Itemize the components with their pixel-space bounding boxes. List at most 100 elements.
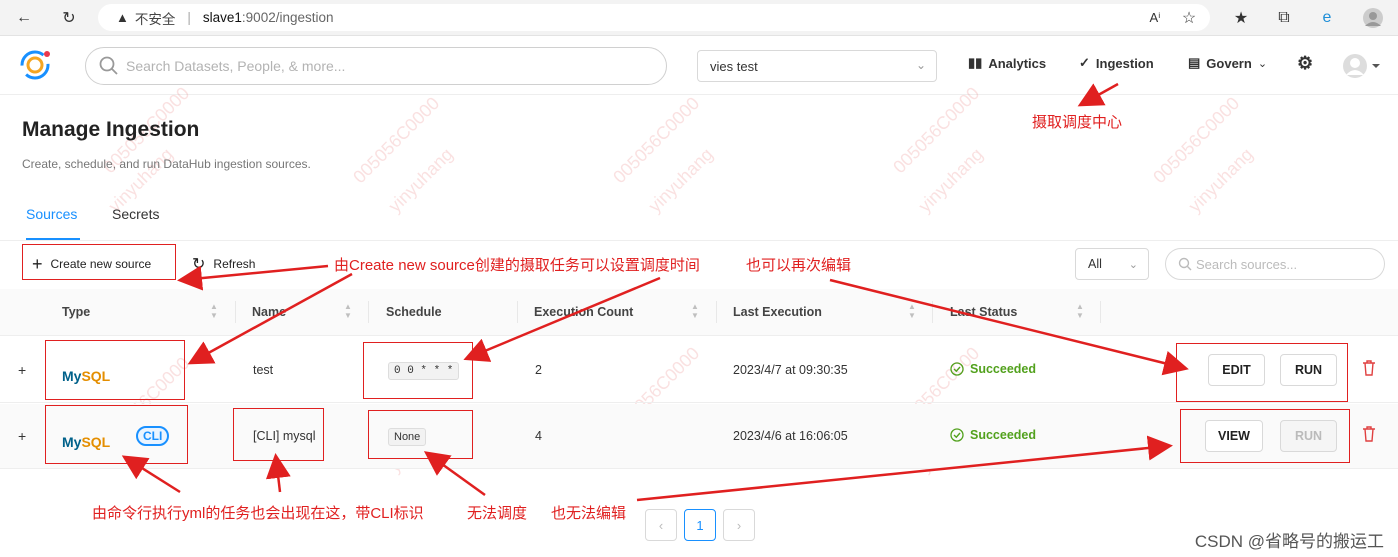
annotation-box bbox=[363, 342, 473, 399]
next-page-icon[interactable]: › bbox=[723, 509, 755, 541]
url-path: :9002/ingestion bbox=[241, 10, 334, 25]
status-badge: Succeeded bbox=[950, 428, 1036, 442]
last-execution: 2023/4/7 at 09:30:35 bbox=[733, 363, 848, 377]
chevron-down-icon: ⌄ bbox=[915, 58, 926, 72]
bar-chart-icon: ▮▮ bbox=[968, 55, 983, 70]
edge-icon[interactable]: e bbox=[1315, 6, 1339, 30]
source-search-input[interactable]: Search sources... bbox=[1165, 248, 1385, 280]
column-divider bbox=[716, 301, 717, 323]
table-header: Type ▲ ▼ Name ▲ ▼ Schedule Execution Count… bbox=[0, 289, 1398, 336]
nav-analytics-label: Analytics bbox=[988, 55, 1047, 71]
view-select-value: vies test bbox=[710, 59, 758, 74]
nav-govern-label: Govern bbox=[1206, 55, 1252, 71]
check-circle-icon bbox=[950, 428, 964, 442]
url-host: slave1 bbox=[202, 10, 242, 25]
expand-row-icon[interactable]: + bbox=[18, 428, 26, 444]
prev-page-icon[interactable]: ‹ bbox=[645, 509, 677, 541]
chevron-down-icon: ⌄ bbox=[1257, 57, 1268, 70]
settings-gear-icon[interactable]: ⚙ bbox=[1297, 53, 1313, 74]
column-type[interactable]: Type bbox=[62, 305, 90, 319]
profile-icon[interactable] bbox=[1361, 6, 1385, 30]
sort-icon[interactable]: ▲ ▼ bbox=[908, 302, 916, 320]
annotation-box bbox=[45, 405, 188, 464]
source-name: test bbox=[253, 363, 274, 377]
search-icon bbox=[99, 56, 118, 75]
tab-secrets[interactable]: Secrets bbox=[112, 206, 159, 222]
annotation-box bbox=[1180, 409, 1350, 463]
govern-icon: ▤ bbox=[1188, 55, 1201, 70]
column-divider bbox=[517, 301, 518, 323]
column-name[interactable]: Name bbox=[252, 305, 286, 319]
source-filter-select[interactable]: All ⌄ bbox=[1075, 248, 1149, 280]
annotation-edit-note: 也可以再次编辑 bbox=[746, 257, 852, 274]
reload-icon[interactable]: ↻ bbox=[57, 6, 81, 30]
column-divider bbox=[932, 301, 933, 323]
search-placeholder: Search Datasets, People, & more... bbox=[126, 58, 346, 74]
delete-icon[interactable] bbox=[1362, 360, 1376, 376]
annotation-no-edit: 也无法编辑 bbox=[551, 505, 627, 522]
watermark-text: yinyuhang bbox=[644, 144, 717, 217]
watermark-text: yinyuhang bbox=[384, 144, 457, 217]
view-select[interactable]: vies test ⌄ bbox=[697, 50, 937, 82]
read-aloud-icon[interactable]: Aⁱ bbox=[1143, 6, 1167, 30]
favorites-icon[interactable]: ★ bbox=[1229, 6, 1253, 30]
sort-icon[interactable]: ▲ ▼ bbox=[344, 302, 352, 320]
watermark-text: 005056C0000 bbox=[609, 93, 704, 188]
security-label: 不安全 bbox=[134, 11, 176, 27]
status-label: Succeeded bbox=[970, 428, 1037, 442]
sort-icon[interactable]: ▲ ▼ bbox=[691, 302, 699, 320]
execution-count: 4 bbox=[535, 429, 542, 443]
column-last-status[interactable]: Last Status bbox=[950, 305, 1017, 319]
status-badge: Succeeded bbox=[950, 362, 1036, 376]
annotation-ingestion-center: 摄取调度中心 bbox=[1032, 114, 1123, 131]
annotation-create-note: 由Create new source创建的摄取任务可以设置调度时间 bbox=[334, 257, 700, 274]
csdn-watermark: CSDN @省略号的搬运工 bbox=[1194, 532, 1384, 551]
global-search-input[interactable]: Search Datasets, People, & more... bbox=[85, 47, 667, 85]
last-execution: 2023/4/6 at 16:06:05 bbox=[733, 429, 848, 443]
back-icon[interactable]: ← bbox=[12, 6, 36, 30]
address-bar[interactable]: ▲ 不安全 | slave1 :9002/ingestion bbox=[98, 4, 1210, 31]
annotation-box bbox=[233, 408, 324, 461]
column-last-execution[interactable]: Last Execution bbox=[733, 305, 822, 319]
refresh-button[interactable]: ↻ Refresh bbox=[190, 248, 280, 280]
annotation-box bbox=[22, 244, 176, 280]
tab-sources[interactable]: Sources bbox=[26, 206, 77, 222]
user-avatar[interactable] bbox=[1342, 53, 1382, 79]
status-label: Succeeded bbox=[970, 362, 1037, 376]
plug-icon: ✓ bbox=[1079, 55, 1090, 70]
refresh-label: Refresh bbox=[213, 257, 256, 271]
page-title: Manage Ingestion bbox=[22, 118, 200, 141]
tabs-divider bbox=[0, 240, 1398, 241]
app-header: Search Datasets, People, & more... vies … bbox=[0, 37, 1398, 95]
column-divider bbox=[235, 301, 236, 323]
warning-icon: ▲ bbox=[116, 10, 129, 25]
refresh-icon: ↻ bbox=[192, 256, 206, 273]
nav-analytics[interactable]: ▮▮ Analytics bbox=[968, 55, 1046, 71]
address-separator: | bbox=[187, 10, 191, 25]
annotation-box bbox=[368, 410, 473, 459]
nav-ingestion-label: Ingestion bbox=[1095, 55, 1154, 71]
source-search-placeholder: Search sources... bbox=[1196, 256, 1298, 272]
watermark-text: yinyuhang bbox=[914, 144, 987, 217]
check-circle-icon bbox=[950, 362, 964, 376]
column-execution-count[interactable]: Execution Count bbox=[534, 305, 633, 319]
expand-row-icon[interactable]: + bbox=[18, 362, 26, 378]
execution-count: 2 bbox=[535, 363, 542, 377]
sort-icon[interactable]: ▲ ▼ bbox=[210, 302, 218, 320]
nav-ingestion[interactable]: ✓ Ingestion bbox=[1079, 55, 1154, 71]
annotation-box bbox=[45, 340, 185, 400]
collections-icon[interactable]: ⧉ bbox=[1272, 6, 1296, 30]
page-number[interactable]: 1 bbox=[684, 509, 716, 541]
annotation-no-schedule: 无法调度 bbox=[467, 505, 528, 522]
filter-value: All bbox=[1088, 257, 1102, 271]
nav-govern[interactable]: ▤ Govern ⌄ bbox=[1188, 55, 1267, 71]
datahub-logo-icon[interactable] bbox=[17, 47, 55, 83]
sort-icon[interactable]: ▲ ▼ bbox=[1076, 302, 1084, 320]
annotation-box bbox=[1176, 343, 1348, 402]
watermark-text: 005056C0000 bbox=[1149, 93, 1244, 188]
favorite-add-icon[interactable]: ☆ bbox=[1177, 6, 1201, 30]
column-schedule: Schedule bbox=[386, 305, 442, 319]
column-divider bbox=[1100, 301, 1101, 323]
delete-icon[interactable] bbox=[1362, 426, 1376, 442]
search-icon bbox=[1178, 257, 1192, 271]
